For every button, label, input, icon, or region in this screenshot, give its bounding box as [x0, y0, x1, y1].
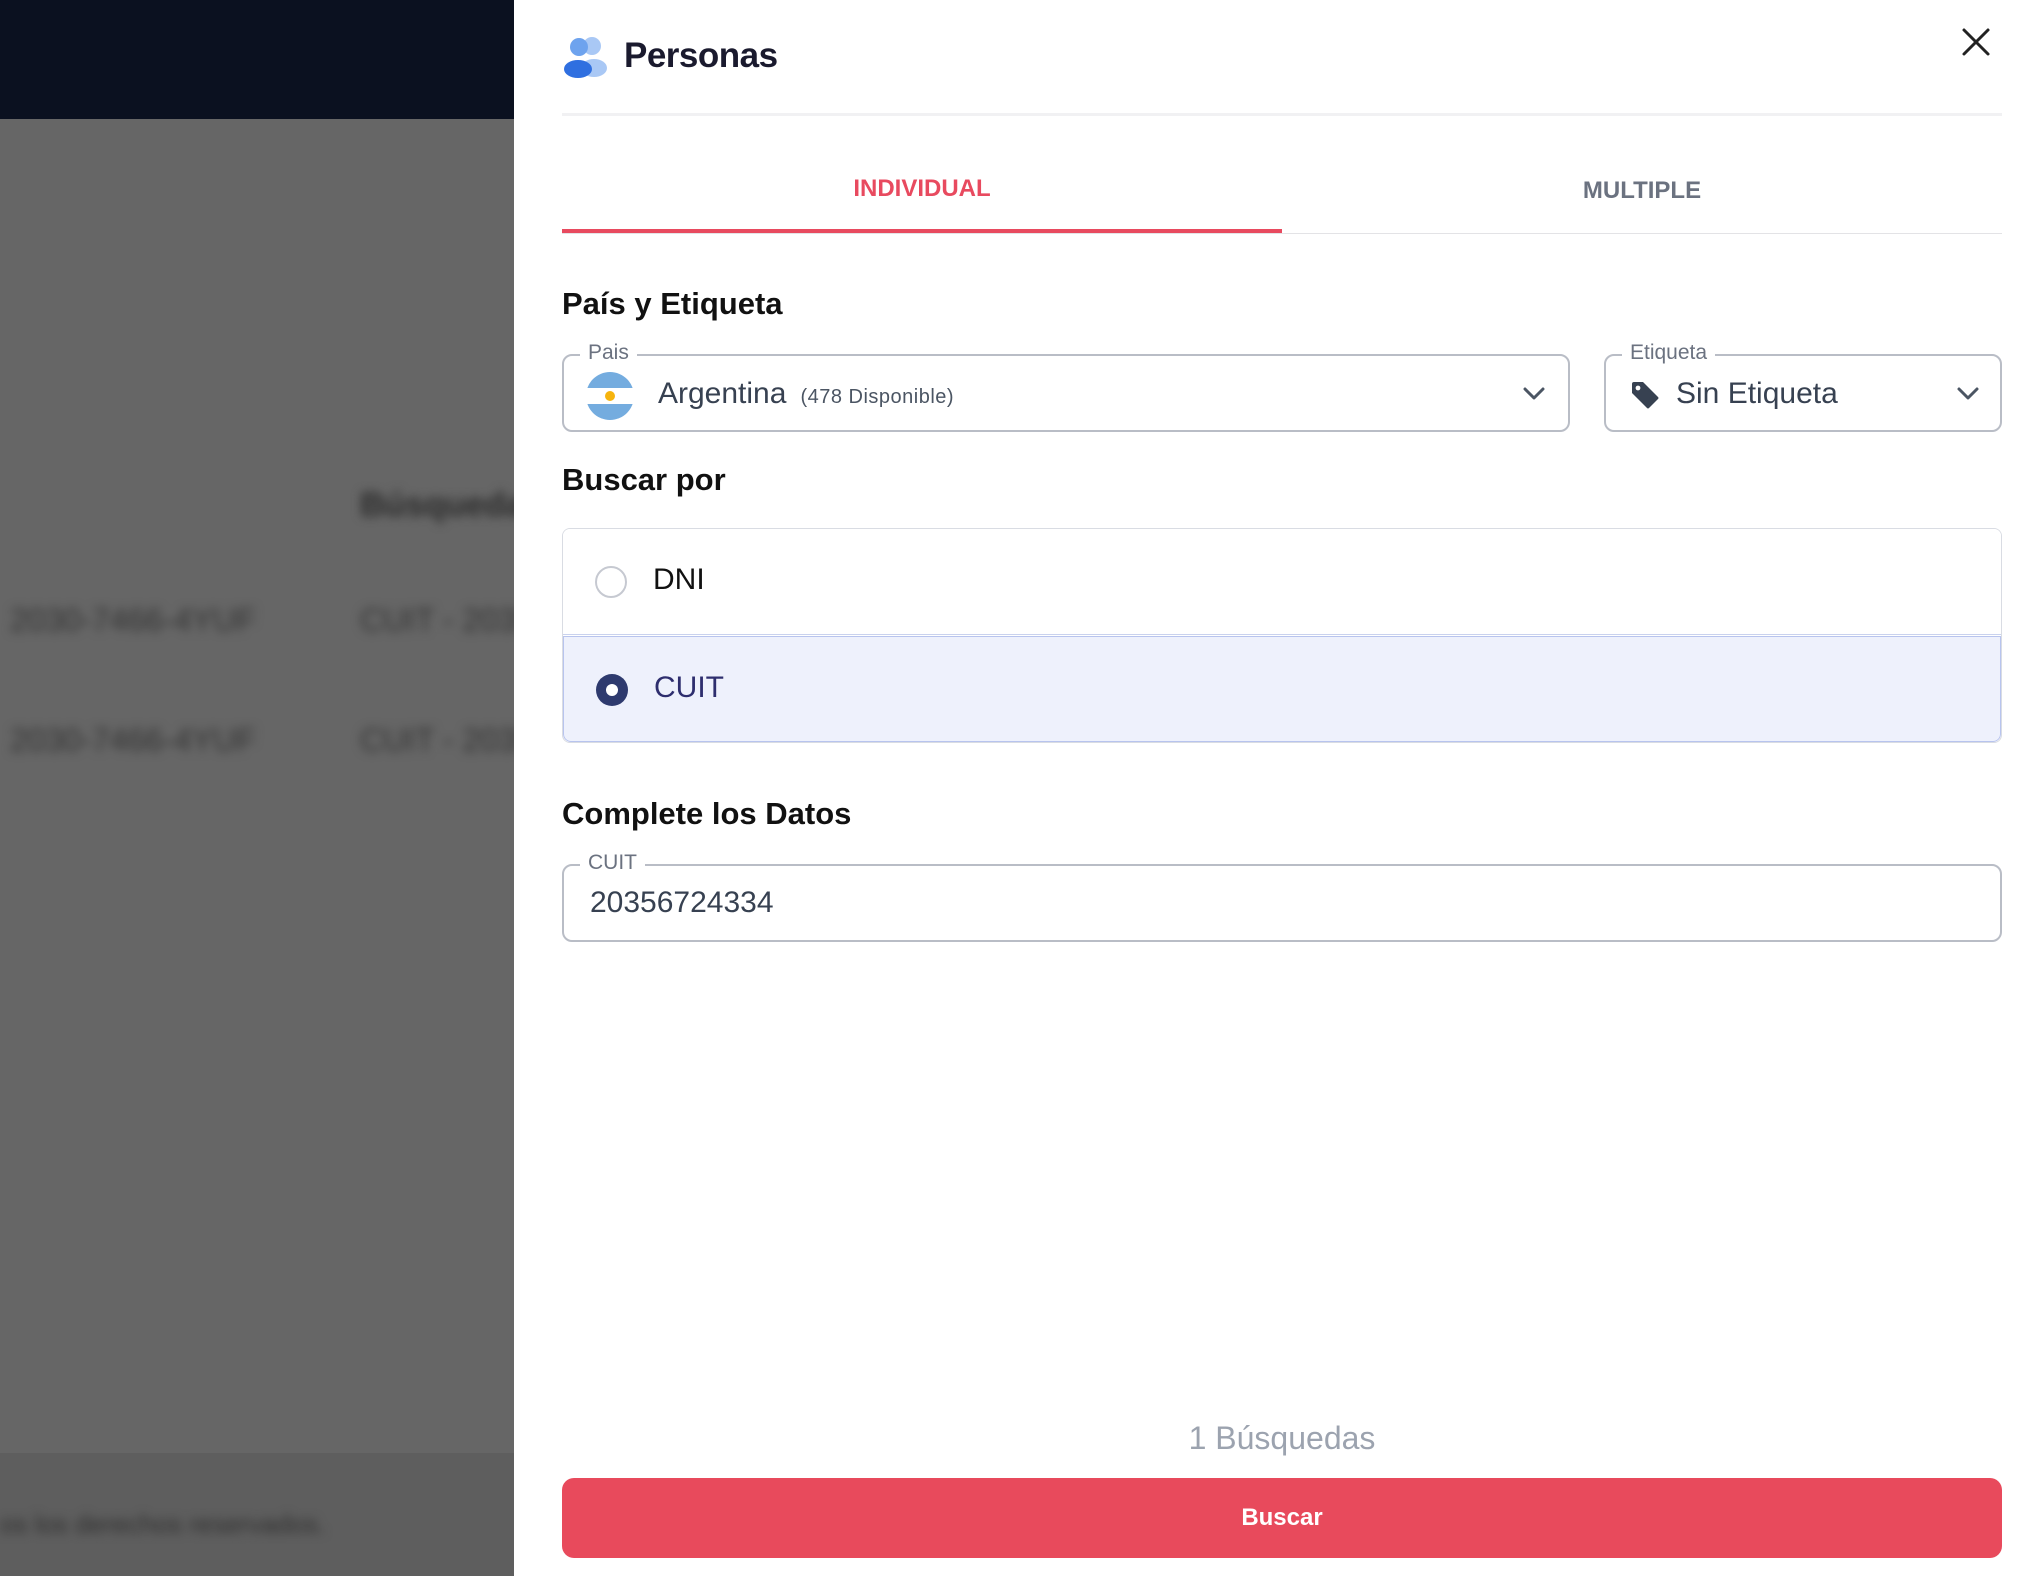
country-available: (478 Disponible): [800, 386, 955, 408]
tag-value: Sin Etiqueta: [1676, 377, 1838, 410]
radio-button[interactable]: [596, 674, 628, 706]
background-footer-text: os los derechos reservados.: [0, 1509, 326, 1539]
country-legend: Pais: [580, 341, 637, 365]
tab-individual[interactable]: INDIVIDUAL: [562, 148, 1282, 233]
background-page: Búsqueda 2030-7466-4YUF CUIT - 2035 2030…: [0, 0, 514, 1576]
cuit-legend: CUIT: [580, 851, 645, 875]
radio-option-cuit[interactable]: CUIT: [563, 636, 2001, 742]
cuit-input[interactable]: CUIT 20356724334: [562, 851, 2002, 942]
tag-select[interactable]: Etiqueta Sin Etiqueta: [1604, 341, 2002, 432]
background-row-type: CUIT - 2035: [360, 722, 514, 758]
drawer-title: Personas: [624, 36, 778, 75]
tag-legend: Etiqueta: [1622, 341, 1716, 365]
search-counter: 1 Búsquedas: [1188, 1420, 1376, 1456]
section-title-complete: Complete los Datos: [562, 796, 852, 831]
country-value: Argentina: [658, 377, 787, 410]
search-by-radio-group: DNI CUIT: [562, 528, 2002, 743]
users-icon: [564, 37, 607, 78]
radio-label: DNI: [653, 563, 705, 596]
argentina-flag-icon: [586, 372, 634, 420]
chevron-down-icon: [1957, 387, 1979, 400]
tag-icon: [1632, 382, 1659, 409]
background-row-id: 2030-7466-4YUF: [10, 722, 256, 758]
background-row-type: CUIT - 2035: [360, 602, 514, 638]
country-select[interactable]: Pais Argentina (478 Disponible): [562, 341, 1570, 432]
cuit-value: 20356724334: [590, 886, 774, 919]
radio-option-dni[interactable]: DNI: [563, 529, 2001, 635]
section-title-country-tag: País y Etiqueta: [562, 286, 783, 321]
background-row-id: 2030-7466-4YUF: [10, 602, 256, 638]
tab-multiple[interactable]: MULTIPLE: [1282, 148, 2002, 234]
background-footer: os los derechos reservados.: [0, 1453, 514, 1576]
radio-label: CUIT: [654, 671, 724, 704]
close-icon[interactable]: [1954, 20, 1998, 64]
section-title-search-by: Buscar por: [562, 462, 726, 497]
drawer-header: Personas: [562, 0, 2002, 116]
search-button[interactable]: Buscar: [562, 1478, 2002, 1558]
chevron-down-icon: [1523, 387, 1545, 400]
tab-bar: INDIVIDUAL MULTIPLE: [562, 148, 2002, 234]
radio-button[interactable]: [595, 566, 627, 598]
background-heading: Búsqueda: [360, 486, 514, 524]
search-drawer: Personas INDIVIDUAL MULTIPLE País y Etiq…: [514, 0, 2036, 1576]
background-content: Búsqueda 2030-7466-4YUF CUIT - 2035 2030…: [0, 0, 514, 1576]
